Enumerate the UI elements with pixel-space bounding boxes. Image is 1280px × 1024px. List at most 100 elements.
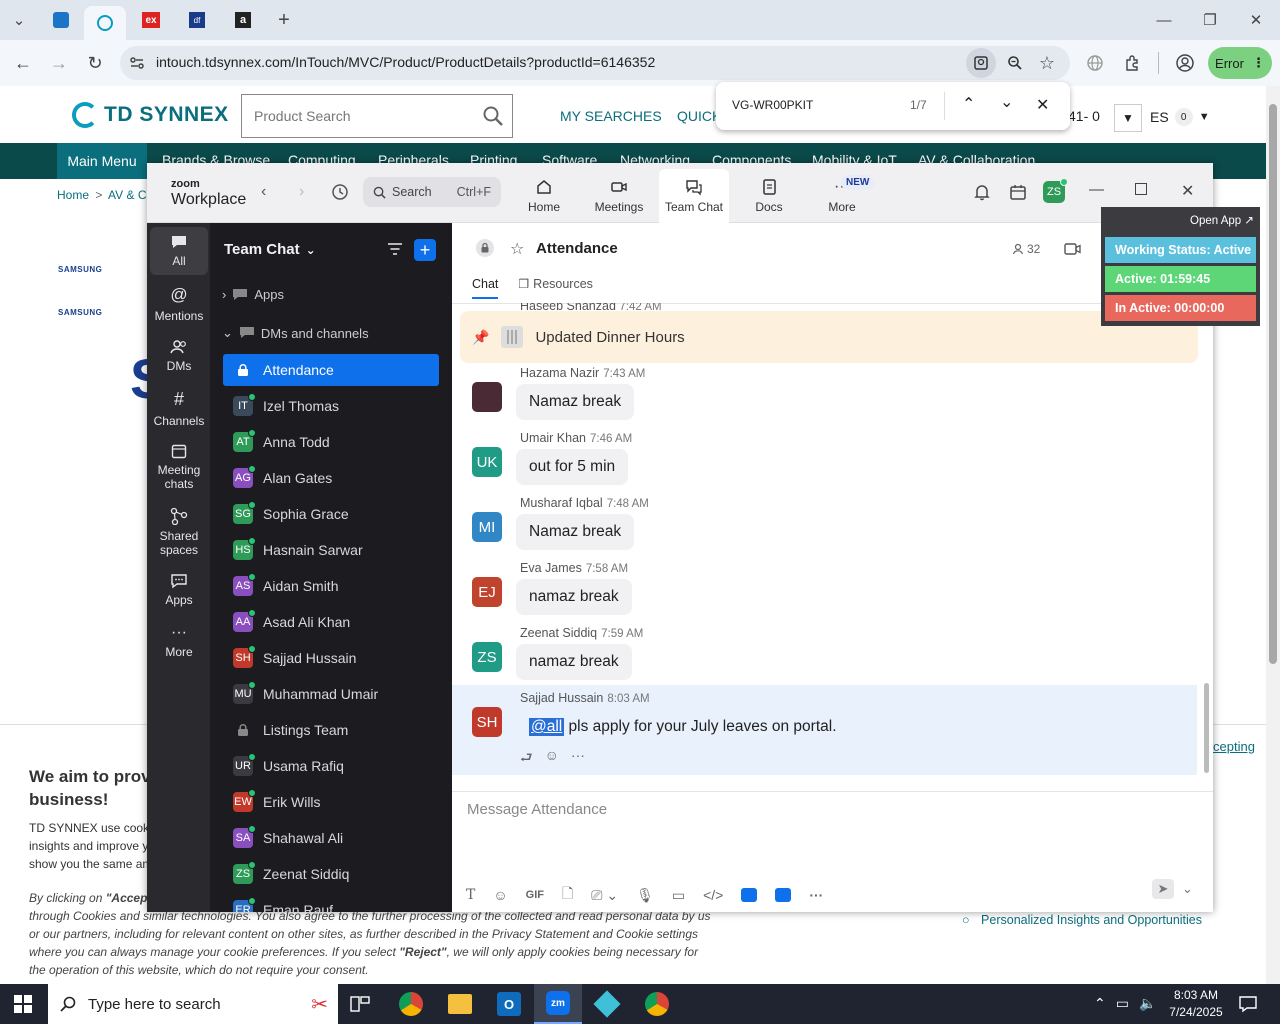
sidebar-item[interactable]: Attendance [223,354,439,386]
sender-name[interactable]: Hazama Nazir [520,366,599,380]
rail-shared-spaces[interactable]: Shared spaces [150,507,208,557]
message-composer-input[interactable]: Message Attendance [467,801,607,818]
start-button[interactable] [14,995,32,1013]
chat-message[interactable]: MI Musharaf Iqbal 7:48 AM Namaz break [472,496,1202,558]
avatar[interactable]: UK [472,447,502,477]
message-bubble[interactable]: namaz break [516,579,632,615]
sidebar-item[interactable]: AT Anna Todd [223,426,439,458]
zoom-close-button[interactable]: ✕ [1181,181,1194,201]
calendar-button[interactable] [1009,183,1027,201]
notification-center-button[interactable] [1238,994,1258,1014]
tab-tdsynnex[interactable] [84,6,126,40]
back-button[interactable]: ← [8,48,38,78]
sidebar-item[interactable]: SA Shahawal Ali [223,822,439,854]
whiteboard-icon[interactable] [741,888,758,902]
sidebar-item[interactable]: HS Hasnain Sarwar [223,534,439,566]
sidebar-item[interactable]: SG Sophia Grace [223,498,439,530]
cookie-accepting-link[interactable]: cepting [1213,739,1255,754]
zoom-minimize-button[interactable]: — [1089,181,1104,198]
tab-search-button[interactable]: ⌄ [0,8,38,32]
sender-name[interactable]: Umair Khan [520,431,586,445]
team-chat-title-dropdown[interactable]: Team Chat ⌄ [224,241,316,258]
my-searches-link[interactable]: MY SEARCHES [560,108,662,124]
chat-scrollbar-thumb[interactable] [1204,683,1209,773]
zoom-search-box[interactable]: Search Ctrl+F [363,177,501,207]
star-channel-button[interactable]: ☆ [510,239,524,259]
account-dropdown[interactable]: ▼ [1114,104,1142,132]
outlook-icon[interactable]: O [497,992,521,1016]
code-snippet-icon[interactable]: </> [703,887,723,903]
zoom-tab-meetings[interactable]: Meetings [584,169,654,223]
task-view-button[interactable] [350,994,370,1014]
tab-resources[interactable]: ❐ Resources [518,277,593,299]
avatar[interactable]: MI [472,512,502,542]
language-selector[interactable]: ES 0 ▼ [1150,108,1210,126]
message-bubble[interactable]: Namaz break [516,384,635,420]
zoom-tab-docs[interactable]: Docs [734,169,804,223]
restore-button[interactable]: ❐ [1190,8,1230,32]
rail-all[interactable]: All [150,227,208,275]
sidebar-item[interactable]: AS Aidan Smith [223,570,439,602]
microphone-icon[interactable]: 🎙 [636,887,654,904]
find-close-button[interactable]: ✕ [1036,95,1049,115]
send-button[interactable]: ➤ ⌄ [1152,879,1193,899]
tab-4[interactable]: df [176,6,218,34]
sender-name[interactable]: Eva James [520,561,582,575]
sender-name[interactable]: Zeenat Siddiq [520,626,597,640]
screenshot-icon[interactable]: ⎚ ⌄ [591,887,618,904]
zoom-icon[interactable] [1000,48,1030,78]
sidebar-item[interactable]: AA Asad Ali Khan [223,606,439,638]
tab-1[interactable] [40,6,82,34]
sidebar-item[interactable]: SH Sajjad Hussain [223,642,439,674]
sidebar-item[interactable]: MU Muhammad Umair [223,678,439,710]
volume-icon[interactable]: 🔈 [1139,995,1156,1012]
compose-button[interactable]: + [414,239,436,261]
zoom-tab-team-chat[interactable]: Team Chat [659,169,729,223]
video-message-icon[interactable]: ▭ [672,887,685,904]
channel-title[interactable]: Attendance [536,240,618,257]
zoom-history-button[interactable] [331,183,349,201]
taskbar-clock[interactable]: 8:03 AM 7/24/2025 [1168,987,1224,1021]
close-button[interactable]: ✕ [1236,8,1276,32]
zoom-tab-home[interactable]: Home [509,169,579,223]
tab-chat[interactable]: Chat [472,277,499,299]
sidebar-item[interactable]: IT Izel Thomas [223,390,439,422]
chrome-profile-taskbar-icon[interactable] [645,992,669,1016]
attach-file-icon[interactable]: 🗋 [562,883,573,907]
avatar[interactable]: SH [472,707,502,737]
tdsynnex-logo[interactable]: TD SYNNEX [72,102,229,128]
sidebar-item[interactable]: Listings Team [223,714,439,746]
open-app-button[interactable]: Open App ↗ [1190,213,1254,227]
message-bubble[interactable]: namaz break [516,644,632,680]
app-icon[interactable] [775,888,792,902]
taskbar-search-box[interactable]: Type here to search ✂ [48,984,338,1024]
chevron-up-icon[interactable]: ⌃ [1094,995,1106,1012]
find-next-button[interactable]: ⌄ [1000,92,1013,112]
page-translate-icon[interactable] [966,48,996,78]
avatar[interactable]: EJ [472,577,502,607]
find-input[interactable]: VG-WR00PKIT [732,98,813,112]
tab-3[interactable]: ex [130,6,172,34]
zoom-back-button[interactable]: ‹ [261,183,266,201]
text-format-icon[interactable]: T [466,887,475,903]
user-avatar[interactable]: ZS [1043,178,1068,203]
chrome-taskbar-icon[interactable] [399,992,423,1016]
gif-button[interactable]: GIF [526,889,544,901]
error-button[interactable]: Error ⋮ [1208,47,1272,79]
avatar[interactable] [472,382,502,412]
apps-section-header[interactable]: › Apps [222,287,284,302]
reload-button[interactable]: ↻ [80,48,110,78]
forward-button[interactable]: → [44,48,74,78]
zoom-taskbar-icon[interactable]: zm [534,984,582,1024]
search-icon[interactable] [482,105,504,127]
minimize-button[interactable]: — [1144,8,1184,32]
rail-channels[interactable]: # Channels [150,389,208,428]
tab-amazon[interactable]: a [222,6,264,34]
zoom-forward-button[interactable]: › [299,183,304,201]
emoji-icon[interactable]: ☺ [493,887,507,903]
product-search-input[interactable]: Product Search [241,94,513,138]
message-bubble[interactable]: @all pls apply for your July leaves on p… [516,709,850,745]
start-video-button[interactable] [1064,241,1082,257]
sidebar-item[interactable]: EW Erik Wills [223,786,439,818]
main-menu-button[interactable]: Main Menu [57,143,147,179]
